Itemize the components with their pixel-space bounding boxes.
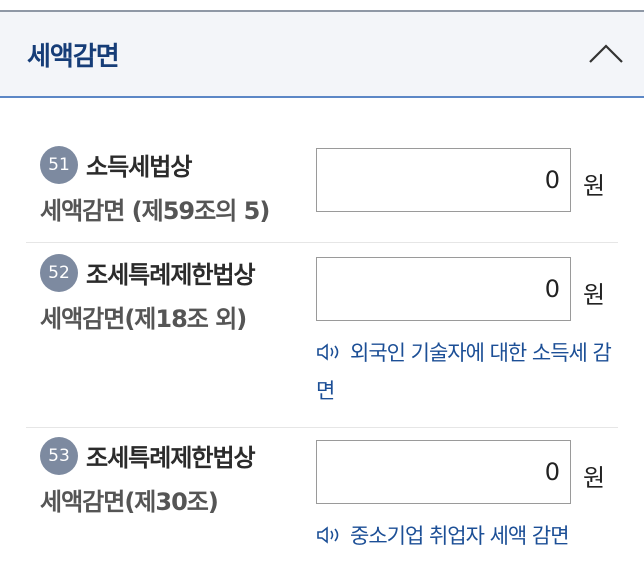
row-number-badge: 51 (40, 146, 78, 184)
amount-input-53[interactable] (316, 440, 571, 504)
page: 세액감면 51 소득세법상 세액감면 (제59조의 5) 원 52 조세특례제한법상… (0, 0, 644, 563)
row-53-label: 53 조세특례제한법상 세액감면(제30조) (40, 436, 305, 524)
row-label-line2: 세액감면 (제59조의 5) (40, 197, 270, 225)
help-link-text: 중소기업 취업자 세액 감면 (350, 524, 570, 548)
row-divider (26, 427, 618, 428)
unit-label: 원 (583, 281, 606, 309)
row-51-label: 51 소득세법상 세액감면 (제59조의 5) (40, 145, 305, 233)
row-number-badge: 53 (40, 437, 78, 475)
speaker-icon (317, 526, 339, 544)
speaker-icon (317, 343, 339, 361)
row-label-line1: 소득세법상 (86, 153, 192, 181)
help-link-text: 외국인 기술자에 대한 소득세 감면 (316, 341, 612, 403)
amount-input-51[interactable] (316, 148, 571, 212)
row-52-label: 52 조세특례제한법상 세액감면(제18조 외) (40, 253, 305, 341)
row-divider (26, 242, 618, 243)
row-number-badge: 52 (40, 254, 78, 292)
row-label-line1: 조세특례제한법상 (86, 444, 256, 472)
collapse-toggle-button[interactable] (584, 32, 628, 76)
help-link-sme-employee[interactable]: 중소기업 취업자 세액 감면 (316, 517, 616, 555)
row-label-line2: 세액감면(제18조 외) (40, 305, 247, 333)
help-link-foreign-engineer[interactable]: 외국인 기술자에 대한 소득세 감면 (316, 334, 616, 410)
row-label-line2: 세액감면(제30조) (40, 488, 219, 516)
section-header[interactable]: 세액감면 (0, 10, 644, 98)
unit-label: 원 (583, 464, 606, 492)
amount-input-52[interactable] (316, 257, 571, 321)
section-title: 세액감면 (27, 42, 120, 72)
unit-label: 원 (583, 172, 606, 200)
row-label-line1: 조세특례제한법상 (86, 261, 256, 289)
chevron-up-icon (589, 44, 623, 63)
